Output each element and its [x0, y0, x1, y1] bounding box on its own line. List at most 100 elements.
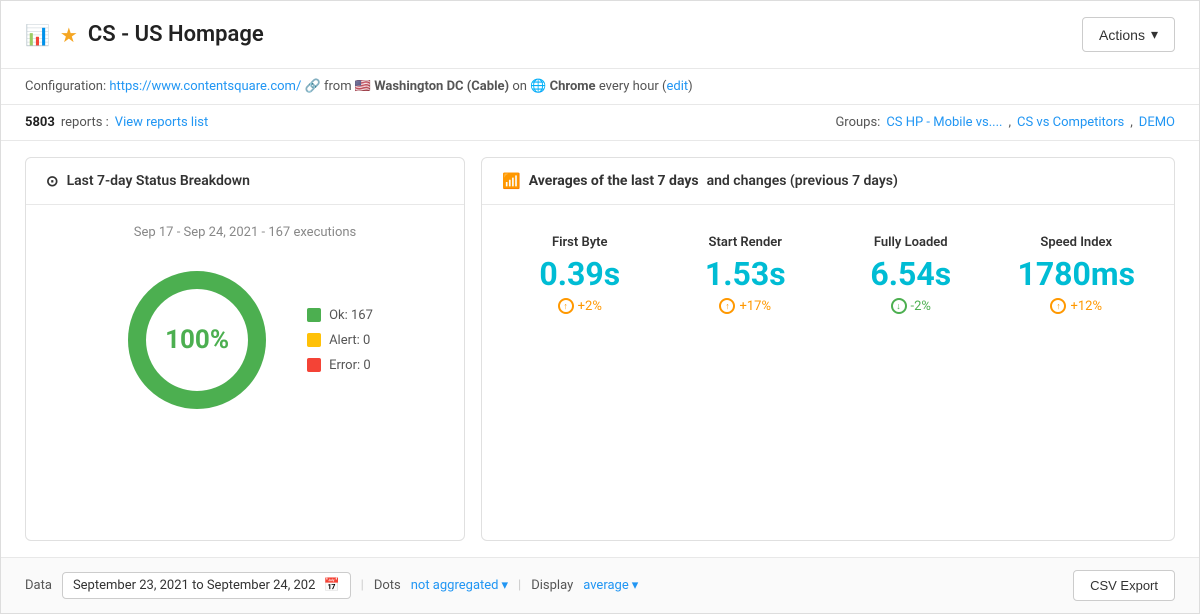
reports-count: 5803 — [25, 115, 55, 130]
executions-label: Sep 17 - Sep 24, 2021 - 167 executions — [46, 225, 444, 240]
actions-button[interactable]: Actions ▾ — [1082, 17, 1175, 52]
main-content: ⊙ Last 7-day Status Breakdown Sep 17 - S… — [1, 141, 1199, 557]
page-wrapper: 📊 ★ CS - US Hompage Actions ▾ Configurat… — [0, 0, 1200, 614]
averages-header-icon: 📶 — [502, 172, 521, 190]
legend-ok-dot — [307, 308, 321, 322]
config-from: from — [324, 79, 355, 94]
config-on: on — [512, 79, 530, 94]
status-card-header: ⊙ Last 7-day Status Breakdown — [26, 158, 464, 205]
config-location-bold: Washington DC (Cable) — [374, 79, 509, 94]
separator-2: | — [518, 578, 521, 593]
status-header-icon: ⊙ — [46, 172, 59, 190]
flag-icon: 🇺🇸 — [355, 79, 371, 94]
chart-legend: Ok: 167 Alert: 0 Error: 0 — [307, 308, 373, 373]
display-label: Display — [531, 578, 573, 593]
legend-ok: Ok: 167 — [307, 308, 373, 323]
metric-fully-loaded-change: ↓ -2% — [833, 298, 989, 314]
display-chevron: ▾ — [632, 578, 639, 593]
metric-fully-loaded-label: Fully Loaded — [833, 235, 989, 250]
metric-fully-loaded: Fully Loaded 6.54s ↓ -2% — [833, 235, 989, 314]
config-url[interactable]: https://www.contentsquare.com/ — [109, 79, 301, 94]
view-reports-link[interactable]: View reports list — [115, 115, 208, 130]
metric-first-byte-label: First Byte — [502, 235, 658, 250]
legend-error-label: Error: 0 — [329, 358, 371, 373]
date-range-text: September 23, 2021 to September 24, 202 — [73, 578, 316, 593]
data-label: Data — [25, 578, 52, 593]
header-left: 📊 ★ CS - US Hompage — [25, 22, 264, 47]
metric-start-render: Start Render 1.53s ↑ +17% — [668, 235, 824, 314]
group-link-3[interactable]: DEMO — [1139, 115, 1175, 130]
bottom-left: Data September 23, 2021 to September 24,… — [25, 572, 638, 599]
donut-chart: 100% — [117, 260, 277, 420]
change-icon-speed-index: ↑ — [1050, 298, 1066, 314]
chevron-down-icon: ▾ — [1151, 26, 1158, 43]
metric-first-byte-value: 0.39s — [502, 258, 658, 290]
reports-bar: 5803 reports : View reports list Groups:… — [1, 105, 1199, 141]
donut-row: 100% Ok: 167 Alert: 0 Erro — [46, 260, 444, 420]
donut-percentage: 100% — [165, 325, 229, 355]
group-sep-2: , — [1130, 115, 1133, 130]
legend-alert: Alert: 0 — [307, 333, 373, 348]
status-card-title: Last 7-day Status Breakdown — [67, 173, 250, 189]
metric-speed-index: Speed Index 1780ms ↑ +12% — [999, 235, 1155, 314]
display-value: average — [583, 578, 629, 593]
legend-error-dot — [307, 358, 321, 372]
legend-alert-dot — [307, 333, 321, 347]
metric-speed-index-pct: +12% — [1070, 299, 1102, 314]
metric-start-render-pct: +17% — [739, 299, 771, 314]
metric-start-render-value: 1.53s — [668, 258, 824, 290]
calendar-icon: 📅 — [323, 578, 339, 593]
chart-icon: 📊 — [25, 23, 50, 47]
averages-card: 📶 Averages of the last 7 days and change… — [481, 157, 1175, 541]
actions-label: Actions — [1099, 27, 1145, 43]
metric-fully-loaded-pct: -2% — [911, 299, 931, 314]
metric-first-byte-pct: +2% — [578, 299, 602, 314]
star-icon[interactable]: ★ — [60, 23, 78, 47]
bottom-bar: Data September 23, 2021 to September 24,… — [1, 557, 1199, 613]
group-link-2[interactable]: CS vs Competitors — [1017, 115, 1124, 130]
legend-alert-label: Alert: 0 — [329, 333, 370, 348]
reports-suffix: reports : — [61, 115, 109, 130]
change-icon-first-byte: ↑ — [558, 298, 574, 314]
group-sep-1: , — [1008, 115, 1011, 130]
averages-card-header: 📶 Averages of the last 7 days and change… — [482, 158, 1174, 205]
config-label: Configuration: — [25, 79, 106, 94]
metric-speed-index-change: ↑ +12% — [999, 298, 1155, 314]
groups-label: Groups: — [835, 115, 880, 130]
config-bar: Configuration: https://www.contentsquare… — [1, 69, 1199, 105]
averages-header-rest: and changes (previous 7 days) — [707, 173, 898, 189]
change-icon-start-render: ↑ — [719, 298, 735, 314]
metric-speed-index-label: Speed Index — [999, 235, 1155, 250]
group-link-1[interactable]: CS HP - Mobile vs.... — [886, 115, 1002, 130]
metric-speed-index-value: 1780ms — [999, 258, 1155, 290]
config-freq-text: every hour — [599, 79, 659, 94]
reports-left: 5803 reports : View reports list — [25, 115, 208, 130]
change-icon-fully-loaded: ↓ — [891, 298, 907, 314]
groups-right: Groups: CS HP - Mobile vs...., CS vs Com… — [835, 115, 1175, 130]
status-card: ⊙ Last 7-day Status Breakdown Sep 17 - S… — [25, 157, 465, 541]
display-dropdown[interactable]: average ▾ — [583, 578, 638, 593]
metric-first-byte-change: ↑ +2% — [502, 298, 658, 314]
legend-error: Error: 0 — [307, 358, 373, 373]
page-title: CS - US Hompage — [88, 22, 264, 47]
external-link-icon: 🔗 — [305, 79, 321, 94]
chrome-icon: 🌐 — [530, 79, 546, 94]
config-edit-close: ) — [688, 79, 693, 94]
header: 📊 ★ CS - US Hompage Actions ▾ — [1, 1, 1199, 69]
metrics-grid: First Byte 0.39s ↑ +2% Start Render 1.53… — [482, 215, 1174, 334]
dots-label: Dots — [374, 578, 401, 593]
metric-fully-loaded-value: 6.54s — [833, 258, 989, 290]
status-card-body: Sep 17 - Sep 24, 2021 - 167 executions 1… — [26, 205, 464, 440]
separator-1: | — [361, 578, 364, 593]
dots-dropdown[interactable]: not aggregated ▾ — [411, 578, 508, 593]
metric-start-render-change: ↑ +17% — [668, 298, 824, 314]
csv-export-button[interactable]: CSV Export — [1073, 570, 1175, 601]
metric-first-byte: First Byte 0.39s ↑ +2% — [502, 235, 658, 314]
metric-start-render-label: Start Render — [668, 235, 824, 250]
config-browser: Chrome — [550, 79, 596, 94]
config-edit-link[interactable]: edit — [666, 79, 688, 94]
dots-value: not aggregated — [411, 578, 499, 593]
averages-header-bold: Averages of the last 7 days — [529, 173, 699, 189]
legend-ok-label: Ok: 167 — [329, 308, 373, 323]
date-range-input[interactable]: September 23, 2021 to September 24, 202 … — [62, 572, 351, 599]
